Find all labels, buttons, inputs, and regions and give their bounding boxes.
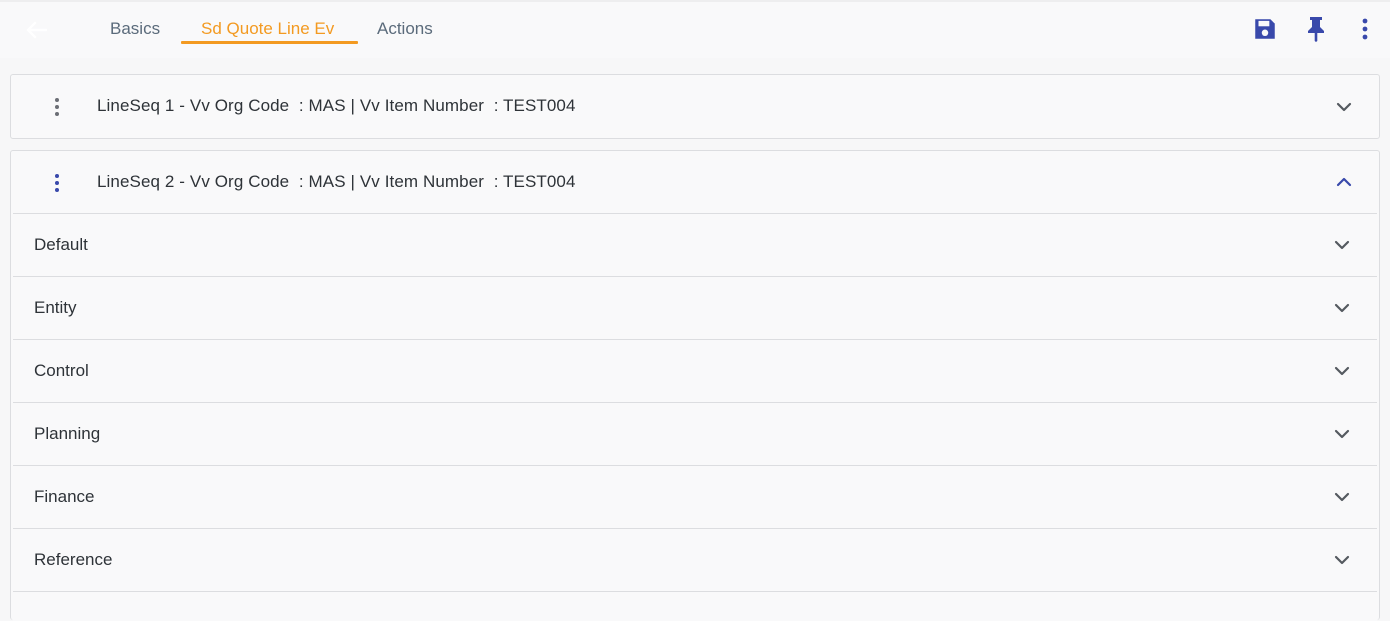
pin-icon bbox=[1304, 15, 1328, 48]
section-entity[interactable]: Entity bbox=[13, 276, 1377, 339]
section-next bbox=[13, 591, 1377, 621]
line-panel-1: LineSeq 1 - Vv Org Code : MAS | Vv Item … bbox=[10, 74, 1380, 139]
section-label: Control bbox=[34, 361, 89, 380]
arrow-left-icon[interactable] bbox=[24, 20, 48, 40]
section-label: Default bbox=[34, 235, 88, 254]
active-tab-indicator bbox=[181, 41, 358, 44]
chevron-down-icon[interactable] bbox=[1335, 98, 1353, 116]
line-title: LineSeq 1 - Vv Org Code : MAS | Vv Item … bbox=[97, 96, 576, 115]
tab-sd-quote-line-ev[interactable]: Sd Quote Line Ev bbox=[201, 19, 334, 39]
tab-basics[interactable]: Basics bbox=[110, 19, 160, 39]
more-vert-icon bbox=[1362, 18, 1368, 45]
chevron-down-icon[interactable] bbox=[1333, 362, 1351, 380]
chevron-down-icon[interactable] bbox=[1333, 236, 1351, 254]
section-control[interactable]: Control bbox=[13, 339, 1377, 402]
section-planning[interactable]: Planning bbox=[13, 402, 1377, 465]
line-menu-icon[interactable] bbox=[47, 95, 67, 119]
chevron-down-icon[interactable] bbox=[1333, 425, 1351, 443]
section-label: Reference bbox=[34, 550, 113, 569]
line-menu-icon[interactable] bbox=[47, 171, 67, 195]
line-panel-2: LineSeq 2 - Vv Org Code : MAS | Vv Item … bbox=[10, 150, 1380, 621]
line-panel-header[interactable]: LineSeq 1 - Vv Org Code : MAS | Vv Item … bbox=[11, 75, 1379, 137]
line-panel-header[interactable]: LineSeq 2 - Vv Org Code : MAS | Vv Item … bbox=[11, 151, 1379, 213]
chevron-down-icon[interactable] bbox=[1333, 488, 1351, 506]
chevron-down-icon[interactable] bbox=[1333, 551, 1351, 569]
top-bar: Basics Sd Quote Line Ev Actions bbox=[0, 0, 1390, 58]
chevron-up-icon[interactable] bbox=[1335, 173, 1353, 191]
section-reference[interactable]: Reference bbox=[13, 528, 1377, 591]
tab-actions[interactable]: Actions bbox=[377, 19, 433, 39]
more-options-button[interactable] bbox=[1351, 16, 1379, 46]
save-button[interactable] bbox=[1251, 16, 1279, 46]
section-finance[interactable]: Finance bbox=[13, 465, 1377, 528]
section-label: Entity bbox=[34, 298, 77, 317]
pin-button[interactable] bbox=[1302, 16, 1330, 46]
section-default[interactable]: Default bbox=[13, 213, 1377, 276]
section-label: Finance bbox=[34, 487, 95, 506]
save-icon bbox=[1252, 16, 1278, 47]
chevron-down-icon[interactable] bbox=[1333, 299, 1351, 317]
section-label: Planning bbox=[34, 424, 101, 443]
line-title: LineSeq 2 - Vv Org Code : MAS | Vv Item … bbox=[97, 172, 576, 191]
